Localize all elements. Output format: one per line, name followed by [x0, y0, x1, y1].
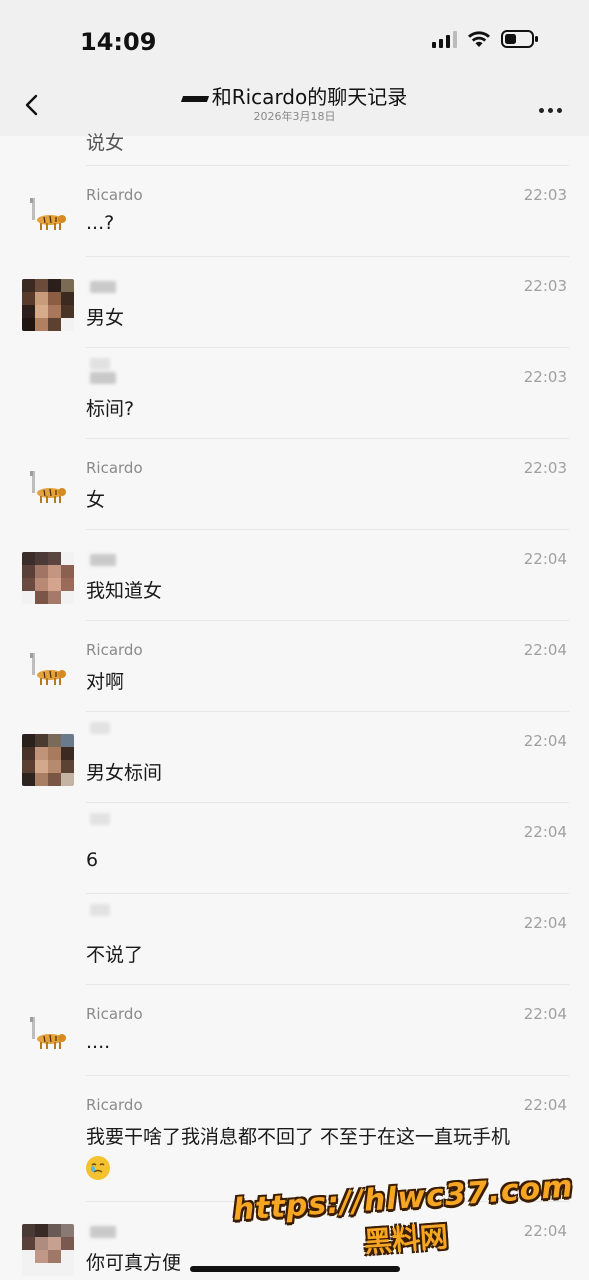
message-item: 22:04 男女标间: [22, 712, 569, 803]
message-text: 男女: [86, 307, 125, 329]
nav-title: 和Ricardo的聊天记录: [0, 84, 589, 110]
message-time: 22:03: [523, 368, 567, 386]
blurred-avatar[interactable]: [22, 734, 74, 786]
status-time: 14:09: [80, 28, 157, 56]
message-item: 说女: [86, 132, 569, 166]
message-time: 22:04: [523, 823, 567, 841]
message-time: 22:04: [523, 732, 567, 750]
signal-icon: [432, 30, 457, 48]
chat-history-screen: 14:09 和Ricardo的聊天记录 2026年3月18日 说女 Ricard…: [0, 0, 589, 1280]
nav-subtitle: 2026年3月18日: [253, 110, 336, 123]
facepalm-emoji: [86, 1156, 110, 1180]
blurred-avatar[interactable]: [22, 279, 74, 331]
message-item: Ricardo 22:04 ....: [30, 985, 569, 1076]
blurred-avatar[interactable]: [22, 1224, 74, 1276]
sender-name: Ricardo: [86, 1005, 143, 1023]
redacted-mark: [90, 358, 110, 370]
message-text: 我知道女: [86, 580, 163, 602]
message-time: 22:03: [523, 186, 567, 204]
redacted-mark: [90, 813, 110, 825]
status-icons: [432, 30, 539, 48]
message-text: 标间?: [86, 398, 135, 420]
sender-name: Ricardo: [86, 641, 143, 659]
sender-name: Ricardo: [86, 1096, 143, 1114]
nav-title-text: 和Ricardo的聊天记录: [211, 85, 408, 109]
tiger-avatar[interactable]: [24, 649, 68, 693]
tiger-avatar[interactable]: [24, 194, 68, 238]
message-time: 22:04: [523, 1005, 567, 1023]
message-text: 6: [86, 849, 99, 871]
status-bar: 14:09: [0, 0, 589, 80]
redacted-mark: [90, 904, 110, 916]
message-text: 对啊: [86, 671, 125, 693]
message-item: 22:04 6: [86, 803, 569, 894]
blurred-avatar[interactable]: [22, 552, 74, 604]
message-text: 说女: [86, 132, 125, 154]
message-text: ....: [86, 1031, 111, 1053]
redacted-sender-name: [90, 281, 116, 293]
message-text: 你可真方便: [86, 1252, 182, 1274]
message-item: 22:03 标间?: [86, 348, 569, 439]
more-dots-icon[interactable]: [539, 98, 567, 113]
message-text: 女: [86, 489, 106, 511]
redacted-sender-name: [90, 1226, 116, 1238]
tiger-avatar[interactable]: [24, 467, 68, 511]
message-item: Ricardo 22:03 女: [30, 439, 569, 530]
home-indicator[interactable]: [190, 1266, 400, 1272]
redacted-sender-name: [90, 372, 116, 384]
redaction-mark: [180, 95, 209, 102]
message-item: 22:04 不说了: [86, 894, 569, 985]
redacted-sender-name: [90, 554, 116, 566]
message-time: 22:03: [523, 277, 567, 295]
message-list[interactable]: 说女 Ricardo 22:03 ...? 22:03 男女 22:03 标间?…: [0, 132, 589, 1280]
message-item: 22:04 我知道女: [22, 530, 569, 621]
message-text: 我要干啥了我消息都不回了 不至于在这一直玩手机: [86, 1126, 511, 1148]
wifi-icon: [467, 30, 491, 48]
sender-name: Ricardo: [86, 186, 143, 204]
message-time: 22:03: [523, 459, 567, 477]
message-item: 22:03 男女: [22, 257, 569, 348]
message-time: 22:04: [523, 641, 567, 659]
message-item: Ricardo 22:04 对啊: [30, 621, 569, 712]
redacted-mark: [90, 722, 110, 734]
message-time: 22:04: [523, 1096, 567, 1114]
nav-title-block: 和Ricardo的聊天记录 2026年3月18日: [0, 84, 589, 124]
message-text: ...?: [86, 212, 115, 234]
message-text: 男女标间: [86, 762, 163, 784]
tiger-avatar[interactable]: [24, 1013, 68, 1057]
message-text: 不说了: [86, 944, 144, 966]
message-time: 22:04: [523, 914, 567, 932]
message-time: 22:04: [523, 550, 567, 568]
battery-icon: [501, 30, 539, 48]
sender-name: Ricardo: [86, 459, 143, 477]
message-item: Ricardo 22:03 ...?: [30, 166, 569, 257]
